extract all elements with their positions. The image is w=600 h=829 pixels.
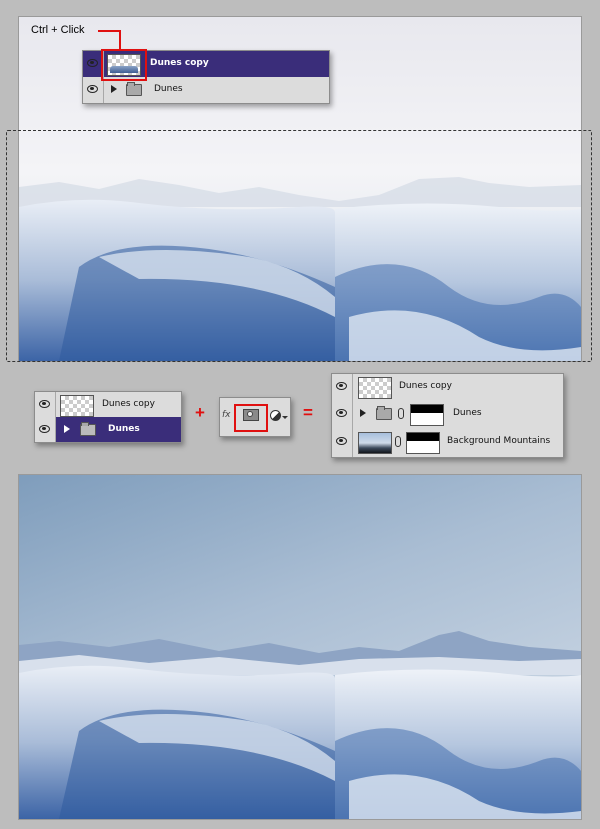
adjustment-icon[interactable] <box>270 410 281 421</box>
layer-row-dunes-copy[interactable]: Dunes copy <box>35 392 181 418</box>
equals-operator: = <box>303 403 313 422</box>
highlight-mask-button <box>234 404 268 432</box>
eye-icon <box>87 85 98 93</box>
eye-icon <box>336 409 347 417</box>
layer-thumbnail[interactable] <box>60 395 94 417</box>
folder-icon <box>376 406 392 420</box>
canvas-bottom-result <box>18 474 582 820</box>
callout-line-horizontal <box>98 30 120 32</box>
layer-name: Dunes <box>108 424 140 434</box>
layer-mask-thumbnail[interactable] <box>410 404 444 426</box>
layer-thumbnail[interactable] <box>358 432 392 454</box>
folder-icon <box>80 422 96 436</box>
layer-row-dunes-group[interactable]: Dunes <box>35 417 181 442</box>
eye-icon <box>87 59 98 67</box>
layer-name: Dunes <box>154 84 183 94</box>
folder-icon <box>126 82 142 96</box>
layer-name: Dunes <box>453 408 482 418</box>
eye-icon <box>39 400 50 408</box>
layers-panel-result: Dunes copy Dunes Background Mountains <box>331 373 564 458</box>
visibility-toggle[interactable] <box>332 401 353 429</box>
eye-icon <box>336 437 347 445</box>
eye-icon <box>39 425 50 433</box>
layer-row-dunes-copy[interactable]: Dunes copy <box>332 374 563 402</box>
visibility-toggle[interactable] <box>35 417 56 442</box>
chevron-down-icon <box>282 416 288 419</box>
layer-name: Dunes copy <box>102 399 155 409</box>
layers-panel-before: Dunes copy Dunes <box>34 391 182 443</box>
layer-row-background-mountains[interactable]: Background Mountains <box>332 429 563 457</box>
link-icon <box>395 436 401 447</box>
dunes-landscape-bottom <box>19 631 581 819</box>
expand-triangle-icon[interactable] <box>111 85 117 93</box>
plus-operator: + <box>195 403 205 422</box>
layer-row-dunes-group[interactable]: Dunes <box>332 401 563 430</box>
layer-mask-thumbnail[interactable] <box>406 432 440 454</box>
layer-name: Dunes copy <box>150 58 209 68</box>
callout-line-vertical <box>119 30 121 50</box>
expand-triangle-icon[interactable] <box>360 409 366 417</box>
eye-icon <box>336 382 347 390</box>
link-icon <box>398 408 404 419</box>
layer-thumbnail[interactable] <box>358 377 392 399</box>
layer-name: Background Mountains <box>447 436 551 446</box>
layer-name: Dunes copy <box>399 381 452 391</box>
visibility-toggle[interactable] <box>332 429 353 457</box>
callout-label: Ctrl + Click <box>31 24 85 36</box>
fx-button[interactable]: fx <box>222 410 231 420</box>
expand-triangle-icon[interactable] <box>64 425 70 433</box>
highlight-thumbnail <box>101 49 147 81</box>
visibility-toggle[interactable] <box>332 374 353 401</box>
visibility-toggle[interactable] <box>35 392 56 417</box>
